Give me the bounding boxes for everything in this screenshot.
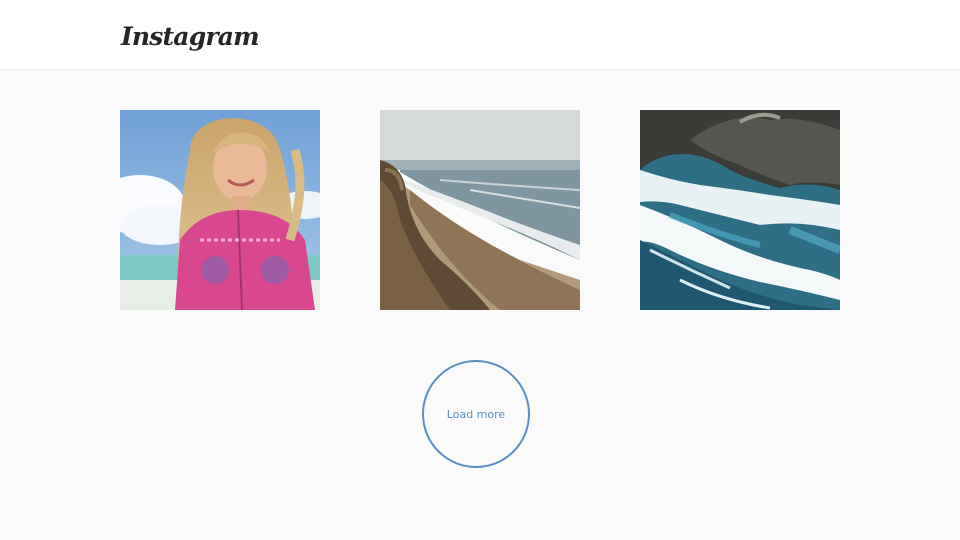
- rocky-ocean-waves-image: [640, 110, 840, 310]
- load-more-button[interactable]: Load more: [422, 360, 530, 468]
- woman-portrait-image: [120, 110, 320, 310]
- photo-thumbnail-3[interactable]: [640, 110, 840, 310]
- photo-thumbnail-2[interactable]: [380, 110, 580, 310]
- beach-coastline-image: [380, 110, 580, 310]
- top-header: Instagram: [0, 0, 960, 70]
- instagram-logo[interactable]: Instagram: [121, 17, 260, 57]
- photo-thumbnail-1[interactable]: [120, 110, 320, 310]
